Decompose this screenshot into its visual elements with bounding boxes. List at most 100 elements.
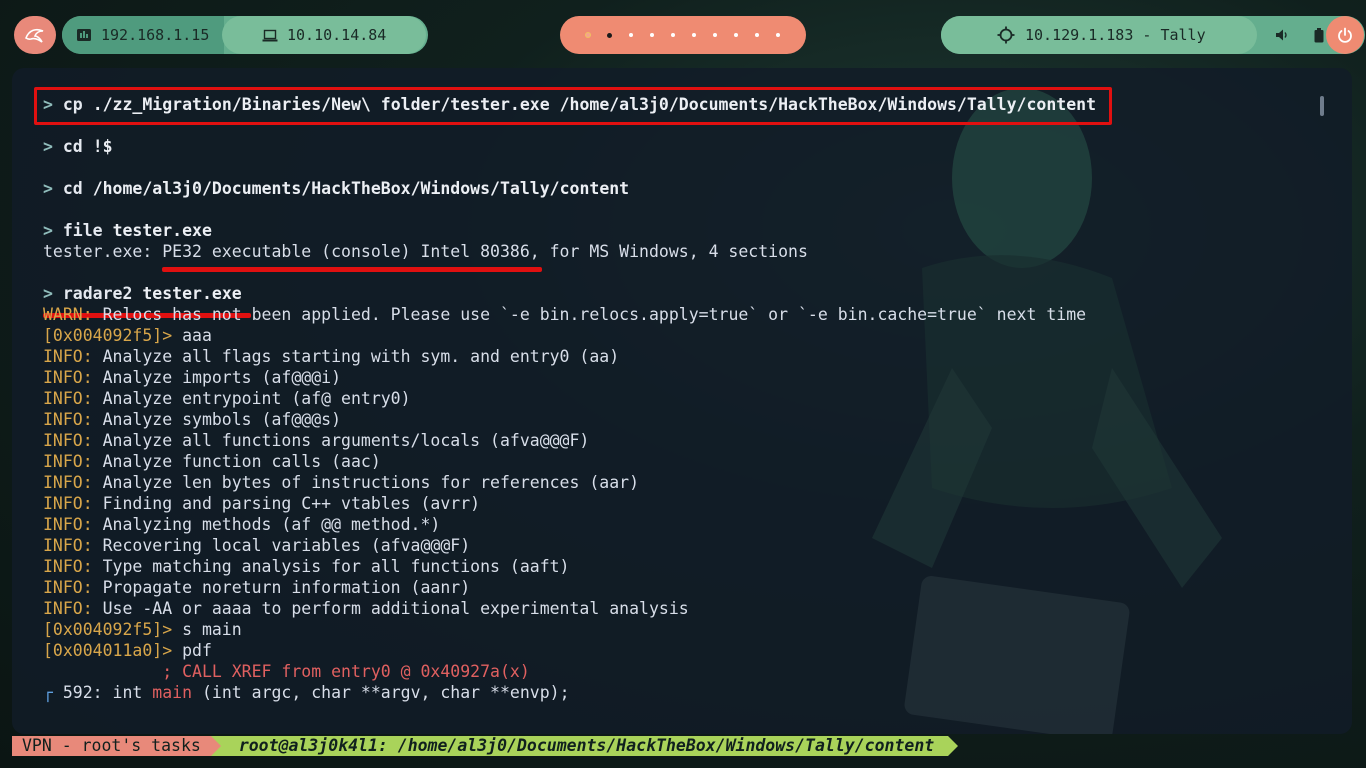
vpn-ip-segment[interactable]: 10.10.14.84 <box>222 16 426 54</box>
r2-address: [0x004092f5]> <box>43 620 173 639</box>
battery-icon[interactable] <box>1314 27 1324 43</box>
terminal-command-line: > cp ./zz_Migration/Binaries/New\ folder… <box>43 94 1096 115</box>
terminal-info-line: INFO: Analyzing methods (af @@ method.*) <box>43 514 1096 535</box>
r2-address: [0x004011a0]> <box>43 641 173 660</box>
info-text: Finding and parsing C++ vtables (avrr) <box>92 494 481 513</box>
power-icon <box>1338 27 1352 43</box>
terminal-output: > cp ./zz_Migration/Binaries/New\ folder… <box>43 94 1096 703</box>
workspace-dot[interactable] <box>671 33 675 37</box>
info-label: INFO: <box>43 431 93 450</box>
scrollbar-thumb[interactable] <box>1320 96 1324 116</box>
vpn-ip-text: 10.10.14.84 <box>287 26 387 44</box>
workspace-dot[interactable] <box>776 33 780 37</box>
info-text: Recovering local variables (afva@@@F) <box>92 536 471 555</box>
workspace-dot[interactable] <box>692 33 696 37</box>
workspace-dot[interactable] <box>629 33 633 37</box>
power-button[interactable] <box>1326 16 1364 54</box>
workspace-dot[interactable] <box>586 33 590 37</box>
kali-dragon-icon <box>25 28 44 43</box>
terminal-info-line: INFO: Analyze all functions arguments/lo… <box>43 430 1096 451</box>
prompt-symbol: > <box>43 137 63 156</box>
info-text: Analyze imports (af@@@i) <box>92 368 342 387</box>
info-label: INFO: <box>43 599 93 618</box>
target-text: 10.129.1.183 - Tally <box>1025 26 1206 44</box>
terminal-info-line: INFO: Recovering local variables (afva@@… <box>43 535 1096 556</box>
prompt-symbol: > <box>43 284 63 303</box>
terminal-warn-line: WARN: Relocs has not been applied. Pleas… <box>43 304 1096 325</box>
terminal-command-line: > radare2 tester.exe <box>43 283 1096 304</box>
info-text: Analyzing methods (af @@ method.*) <box>92 515 441 534</box>
command-name: cp <box>62 95 83 114</box>
network-icon <box>77 29 91 41</box>
terminal-info-line: INFO: Use -AA or aaaa to perform additio… <box>43 598 1096 619</box>
prompt-symbol: > <box>43 179 63 198</box>
info-label: INFO: <box>43 557 93 576</box>
terminal-command-line: > cd !$ <box>43 136 1096 157</box>
workspace-dot[interactable] <box>713 33 717 37</box>
function-prefix: 592: int <box>52 683 153 702</box>
command-args: ./zz_Migration/Binaries/New\ folder/test… <box>92 95 1097 114</box>
info-text: Type matching analysis for all functions… <box>92 557 570 576</box>
command-name: cd <box>62 179 83 198</box>
function-corner-glyph: ┌ <box>43 683 53 702</box>
info-label: INFO: <box>43 389 93 408</box>
command-args: !$ <box>92 137 113 156</box>
warn-label: WARN: <box>43 305 93 324</box>
target-segment[interactable]: 10.129.1.183 - Tally <box>941 16 1257 54</box>
xref-comment: ; CALL XREF from entry0 @ 0x40927a(x) <box>43 662 530 681</box>
function-signature-line: ┌ 592: int main (int argc, char **argv, … <box>43 682 1096 703</box>
function-signature: (int argc, char **argv, char **envp); <box>192 683 570 702</box>
ip-group: 192.168.1.15 10.10.14.84 <box>62 16 428 54</box>
workspace-dot[interactable] <box>650 33 654 37</box>
terminal-space <box>132 284 142 303</box>
info-label: INFO: <box>43 410 93 429</box>
info-text: Analyze entrypoint (af@ entry0) <box>92 389 411 408</box>
terminal-info-line: INFO: Analyze function calls (aac) <box>43 451 1096 472</box>
target-group: 10.129.1.183 - Tally <box>941 16 1365 54</box>
workspace-dot[interactable] <box>734 33 738 37</box>
volume-icon[interactable] <box>1275 28 1289 42</box>
terminal-info-line: INFO: Propagate noreturn information (aa… <box>43 577 1096 598</box>
terminal-command-line: > cd /home/al3j0/Documents/HackTheBox/Wi… <box>43 178 1096 199</box>
terminal-info-line: INFO: Analyze symbols (af@@@s) <box>43 409 1096 430</box>
r2-command: pdf <box>172 641 212 660</box>
status-separator <box>210 736 221 756</box>
terminal-info-line: INFO: Finding and parsing C++ vtables (a… <box>43 493 1096 514</box>
local-ip-text: 192.168.1.15 <box>101 26 210 44</box>
terminal-window[interactable]: > cp ./zz_Migration/Binaries/New\ folder… <box>12 68 1352 734</box>
function-name: main <box>152 683 193 702</box>
info-text: Analyze all functions arguments/locals (… <box>92 431 590 450</box>
terminal-space <box>103 221 113 240</box>
workspace-dot[interactable] <box>755 33 759 37</box>
xref-comment-line: ; CALL XREF from entry0 @ 0x40927a(x) <box>43 661 1096 682</box>
info-label: INFO: <box>43 473 93 492</box>
info-label: INFO: <box>43 347 93 366</box>
terminal-info-line: INFO: Type matching analysis for all fun… <box>43 556 1096 577</box>
info-text: Use -AA or aaaa to perform additional ex… <box>92 599 689 618</box>
terminal-output-line: tester.exe: PE32 executable (console) In… <box>43 241 1096 262</box>
info-text: Analyze function calls (aac) <box>92 452 381 471</box>
status-bar: VPN - root's tasks root@al3j0k4l1: /home… <box>12 736 959 756</box>
r2-prompt-line: [0x004092f5]> aaa <box>43 325 1096 346</box>
command-name: file <box>62 221 103 240</box>
r2-command: s main <box>172 620 242 639</box>
r2-prompt-line: [0x004092f5]> s main <box>43 619 1096 640</box>
command-args: /home/al3j0/Documents/HackTheBox/Windows… <box>92 179 630 198</box>
r2-address: [0x004092f5]> <box>43 326 173 345</box>
local-ip-segment[interactable]: 192.168.1.15 <box>62 16 224 54</box>
command-name: cd <box>62 137 83 156</box>
command-args: tester.exe <box>112 221 212 240</box>
info-text: Propagate noreturn information (aanr) <box>92 578 471 597</box>
workspace-dot-active[interactable] <box>607 32 612 38</box>
info-label: INFO: <box>43 494 93 513</box>
info-label: INFO: <box>43 515 93 534</box>
command-args: tester.exe <box>142 284 242 303</box>
status-left-session[interactable]: VPN - root's tasks <box>12 736 211 756</box>
info-text: Analyze symbols (af@@@s) <box>92 410 342 429</box>
tray <box>1257 16 1329 54</box>
r2-command: aaa <box>172 326 212 345</box>
kali-menu-button[interactable] <box>14 16 56 54</box>
